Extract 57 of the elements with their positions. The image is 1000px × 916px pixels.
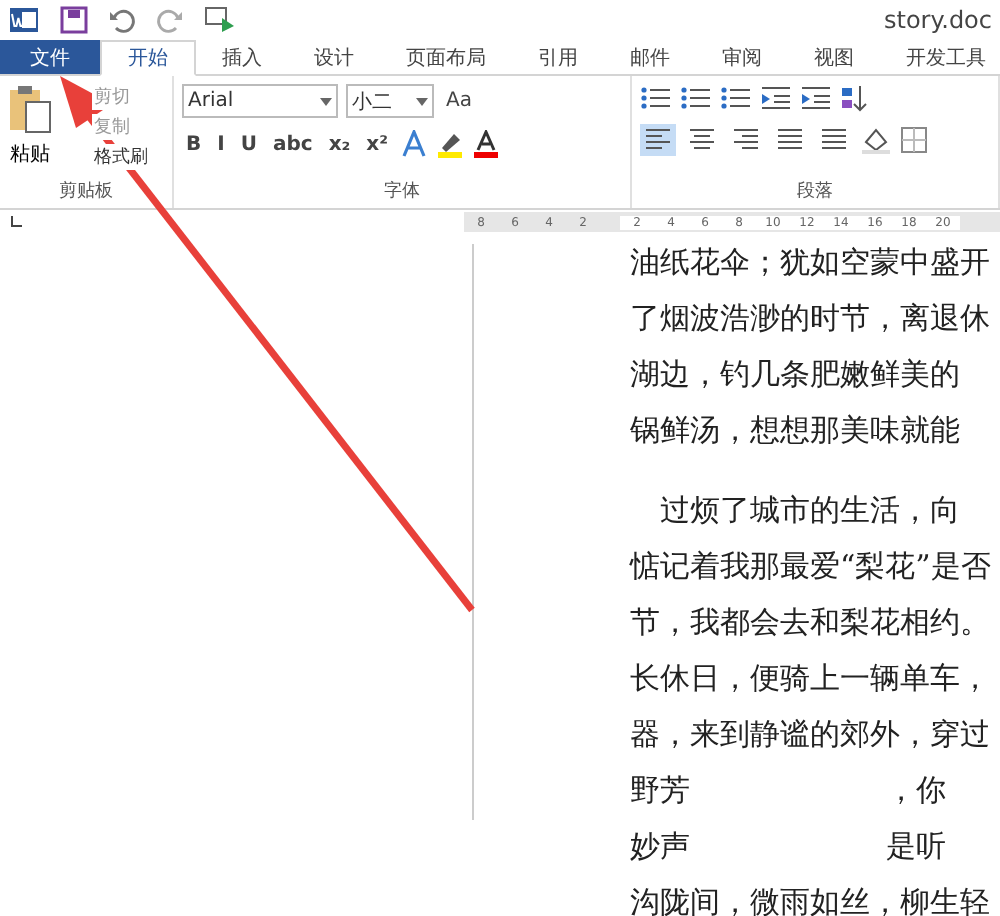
group-label: 段落	[795, 179, 835, 204]
paste-button[interactable]: 粘贴	[8, 84, 52, 170]
document-text: 湖边，钓几条肥嫩鲜美的	[630, 356, 960, 396]
document-text: 野芳	[630, 772, 690, 812]
document-text: 是听	[886, 828, 946, 868]
clipboard-action[interactable]: 格式刷	[92, 144, 150, 170]
format-button[interactable]: x₂	[324, 133, 355, 155]
document-text: ，你	[886, 772, 946, 812]
font-size-field[interactable]: 小二	[346, 84, 434, 118]
ribbon-tab[interactable]: 引用	[512, 40, 604, 74]
document-text: 油纸花伞；犹如空蒙中盛开	[630, 244, 990, 284]
ribbon-tab[interactable]: 页面布局	[380, 40, 512, 74]
sort-icon[interactable]	[840, 84, 868, 112]
list-icon[interactable]	[640, 84, 672, 112]
align-button[interactable]	[640, 124, 676, 156]
format-button[interactable]: U	[236, 133, 261, 155]
dropdown-icon[interactable]	[320, 97, 332, 105]
indent-icon[interactable]	[760, 84, 792, 112]
ribbon-tab[interactable]: 审阅	[696, 40, 788, 74]
case-button[interactable]: Aa	[442, 90, 476, 112]
tab-selector-icon[interactable]	[8, 214, 24, 230]
list-icon[interactable]	[720, 84, 752, 112]
font-color-icon[interactable]	[472, 130, 501, 158]
shading-icon[interactable]	[860, 126, 892, 154]
borders-icon[interactable]	[900, 126, 928, 154]
undo-icon[interactable]	[108, 6, 136, 34]
group-label: 字体	[382, 179, 422, 204]
highlighter-icon[interactable]	[436, 130, 465, 158]
text-effects-icon[interactable]	[400, 130, 429, 158]
format-button[interactable]: abc	[268, 133, 317, 155]
list-icon[interactable]	[680, 84, 712, 112]
document-text: 了烟波浩渺的时节，离退休	[630, 300, 990, 340]
document-text: 惦记着我那最爱“梨花”是否	[630, 548, 991, 588]
document-text: 过烦了城市的生活，向	[660, 492, 960, 532]
save-icon[interactable]	[60, 6, 88, 34]
document-text: 器，来到静谧的郊外，穿过	[630, 716, 990, 756]
font-family-field[interactable]: Arial	[182, 84, 338, 118]
document-text: 妙声	[630, 828, 690, 868]
ribbon-tab[interactable]: 文件	[0, 40, 100, 74]
format-button[interactable]: I	[213, 133, 229, 155]
document-text: 节，我都会去和梨花相约。	[630, 604, 990, 644]
dropdown-icon[interactable]	[416, 97, 428, 105]
ribbon-tab[interactable]: 视图	[788, 40, 880, 74]
window-title: story.doc	[884, 6, 992, 34]
document-text: 锅鲜汤，想想那美味就能	[630, 412, 960, 452]
ribbon-tab[interactable]: 插入	[196, 40, 288, 74]
ribbon-tab[interactable]: 开始	[100, 40, 196, 76]
group-label: 剪贴板	[57, 179, 115, 204]
format-button[interactable]: B	[182, 133, 206, 155]
ribbon-tab[interactable]: 邮件	[604, 40, 696, 74]
ribbon-tab[interactable]: 设计	[288, 40, 380, 74]
ribbon-tab[interactable]: 开发工具	[880, 40, 1000, 74]
document-text: 沟陇间，微雨如丝，柳生轻	[630, 884, 990, 916]
indent-icon[interactable]	[800, 84, 832, 112]
document-text: 长休日，便骑上一辆单车，	[630, 660, 990, 700]
format-button[interactable]: x²	[362, 133, 393, 155]
comment-icon[interactable]	[204, 6, 236, 34]
